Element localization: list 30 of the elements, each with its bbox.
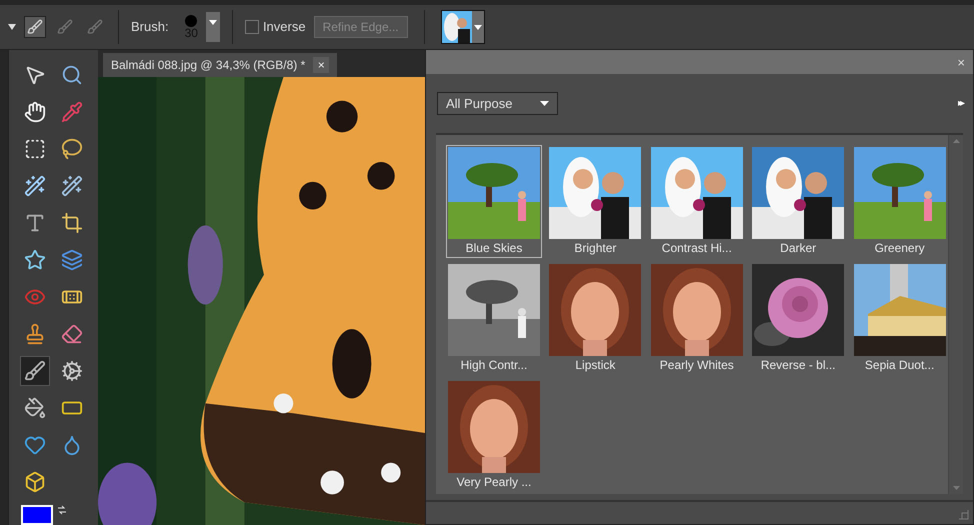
effect-label: Blue Skies bbox=[466, 240, 522, 257]
effect-label: Pearly Whites bbox=[660, 357, 734, 374]
effect-label: Contrast Hi... bbox=[662, 240, 732, 257]
document-title: Balmádi 088.jpg @ 34,3% (RGB/8) * bbox=[111, 57, 306, 74]
effect-thumbnail[interactable]: Darker bbox=[750, 145, 846, 258]
close-button[interactable]: × bbox=[957, 56, 965, 68]
panel-menu-button[interactable]: ▸▸ bbox=[958, 96, 962, 111]
document-tab[interactable]: Balmádi 088.jpg @ 34,3% (RGB/8) * × bbox=[103, 53, 338, 77]
effect-thumbnail[interactable]: Lipstick bbox=[547, 262, 644, 375]
effect-thumbnail[interactable]: Greenery bbox=[852, 145, 948, 258]
effect-label: Darker bbox=[780, 240, 816, 257]
effect-label: Brighter bbox=[574, 240, 616, 257]
effect-label: Reverse - bl... bbox=[760, 357, 836, 374]
effect-thumbnail[interactable]: Blue Skies bbox=[446, 145, 542, 258]
effect-label: Sepia Duot... bbox=[864, 357, 934, 374]
effect-label: Lipstick bbox=[575, 357, 616, 374]
brush-label: Brush: bbox=[131, 18, 169, 36]
effect-thumbnail[interactable]: Pearly Whites bbox=[648, 262, 745, 375]
effect-thumbnail[interactable]: Contrast Hi... bbox=[648, 145, 745, 258]
category-dropdown[interactable]: All Purpose bbox=[437, 92, 558, 115]
close-tab-button[interactable]: × bbox=[313, 57, 330, 73]
effect-thumbnail[interactable]: High Contr... bbox=[446, 262, 542, 375]
effect-thumbnail[interactable]: Reverse - bl... bbox=[750, 262, 846, 375]
effect-thumbnail[interactable]: Sepia Duot... bbox=[852, 262, 948, 375]
inverse-label: Inverse bbox=[262, 18, 306, 36]
effect-label: High Contr... bbox=[460, 357, 528, 374]
effect-label: Greenery bbox=[874, 240, 925, 257]
effect-thumbnail[interactable]: Very Pearly ... bbox=[446, 379, 542, 492]
effect-thumbnail[interactable]: Brighter bbox=[547, 145, 644, 258]
effect-label: Very Pearly ... bbox=[456, 474, 532, 491]
